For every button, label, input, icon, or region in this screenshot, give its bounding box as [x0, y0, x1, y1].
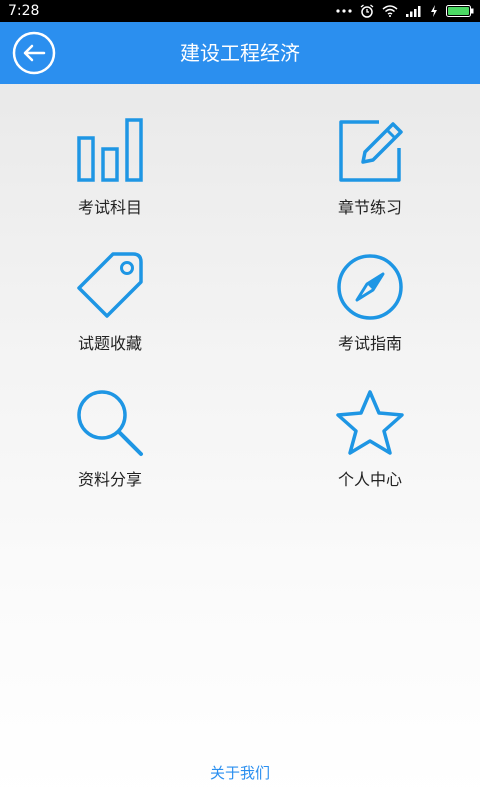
about-footer: 关于我们: [0, 762, 480, 783]
menu-label: 个人中心: [337, 470, 402, 489]
menu-label: 资料分享: [77, 470, 142, 489]
menu-item-exam-guide[interactable]: 考试指南: [290, 252, 450, 372]
menu-label: 试题收藏: [77, 334, 142, 353]
back-arrow-icon: [12, 31, 56, 79]
edit-icon: [335, 116, 405, 186]
app-header: 建设工程经济: [0, 22, 480, 84]
status-icons: [336, 3, 474, 19]
back-button[interactable]: [12, 31, 56, 75]
menu-label: 考试指南: [337, 334, 402, 353]
page-title: 建设工程经济: [180, 41, 300, 65]
compass-icon: [335, 252, 405, 322]
about-us-link[interactable]: 关于我们: [210, 764, 270, 782]
alarm-icon: [360, 4, 374, 18]
charging-icon: [430, 5, 438, 17]
signal-icon: [406, 5, 422, 17]
search-icon: [75, 388, 145, 458]
bar-chart-icon: [75, 116, 145, 186]
star-icon: [335, 388, 405, 458]
menu-item-exam-subjects[interactable]: 考试科目: [30, 116, 190, 236]
status-time: 7:28: [8, 3, 40, 19]
wifi-icon: [382, 5, 398, 17]
menu-label: 章节练习: [337, 198, 402, 217]
menu-label: 考试科目: [77, 198, 142, 217]
menu-item-material-share[interactable]: 资料分享: [30, 388, 190, 508]
more-dots-icon: [336, 8, 352, 14]
menu-item-personal-center[interactable]: 个人中心: [290, 388, 450, 508]
status-bar: 7:28: [0, 0, 480, 22]
tag-icon: [75, 252, 145, 322]
menu-item-chapter-practice[interactable]: 章节练习: [290, 116, 450, 236]
battery-icon: [446, 5, 474, 17]
menu-item-question-favorites[interactable]: 试题收藏: [30, 252, 190, 372]
